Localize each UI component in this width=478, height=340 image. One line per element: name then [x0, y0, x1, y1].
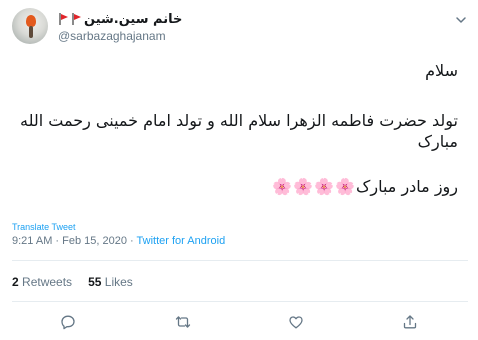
tweet-meta: 9:21 AM · Feb 15, 2020 · Twitter for And…	[12, 235, 225, 247]
cherry-blossom-icon: 🌸	[314, 176, 335, 196]
avatar[interactable]	[12, 8, 48, 44]
cherry-blossom-icon: 🌸	[272, 176, 293, 196]
likes-label: Likes	[104, 275, 133, 289]
chevron-down-icon[interactable]	[455, 11, 467, 23]
divider	[12, 260, 468, 261]
action-bar	[0, 314, 478, 330]
avatar-stem	[29, 26, 33, 38]
user-handle[interactable]: @sarbazaghajanam	[58, 29, 166, 43]
share-icon[interactable]	[402, 314, 418, 330]
like-icon[interactable]	[288, 314, 304, 330]
retweet-icon[interactable]	[175, 314, 191, 330]
retweets-count: 2	[12, 275, 19, 289]
flag-icon	[71, 13, 81, 25]
tweet-line-mothers-day-text: روز مادر مبارک	[356, 177, 458, 196]
reply-icon[interactable]	[60, 314, 76, 330]
translate-tweet-link[interactable]: Translate Tweet	[12, 222, 76, 232]
cherry-blossom-icon: 🌸	[293, 176, 314, 196]
retweets-stat[interactable]: 2 Retweets	[12, 275, 72, 289]
tweet-line-mothers-day: روز مادر مبارک 🌸 🌸 🌸 🌸	[272, 176, 458, 197]
likes-stat[interactable]: 55 Likes	[88, 275, 133, 289]
display-name[interactable]: خانم سین.شین	[84, 12, 182, 27]
flag-icon	[58, 13, 68, 25]
retweets-label: Retweets	[22, 275, 73, 289]
cherry-blossom-icon: 🌸	[335, 176, 356, 196]
tweet-source-link[interactable]: Twitter for Android	[137, 235, 226, 247]
tweet-line-greeting: سلام	[425, 61, 458, 80]
tweet-stats: 2 Retweets 55 Likes	[12, 275, 133, 289]
divider	[12, 301, 468, 302]
tweet-timestamp[interactable]: 9:21 AM · Feb 15, 2020 ·	[12, 235, 137, 247]
name-row[interactable]: خانم سین.شین	[58, 10, 182, 28]
likes-count: 55	[88, 275, 102, 289]
tweet-line-birthday: تولد حضرت فاطمه الزهرا سلام الله و تولد …	[19, 111, 458, 151]
